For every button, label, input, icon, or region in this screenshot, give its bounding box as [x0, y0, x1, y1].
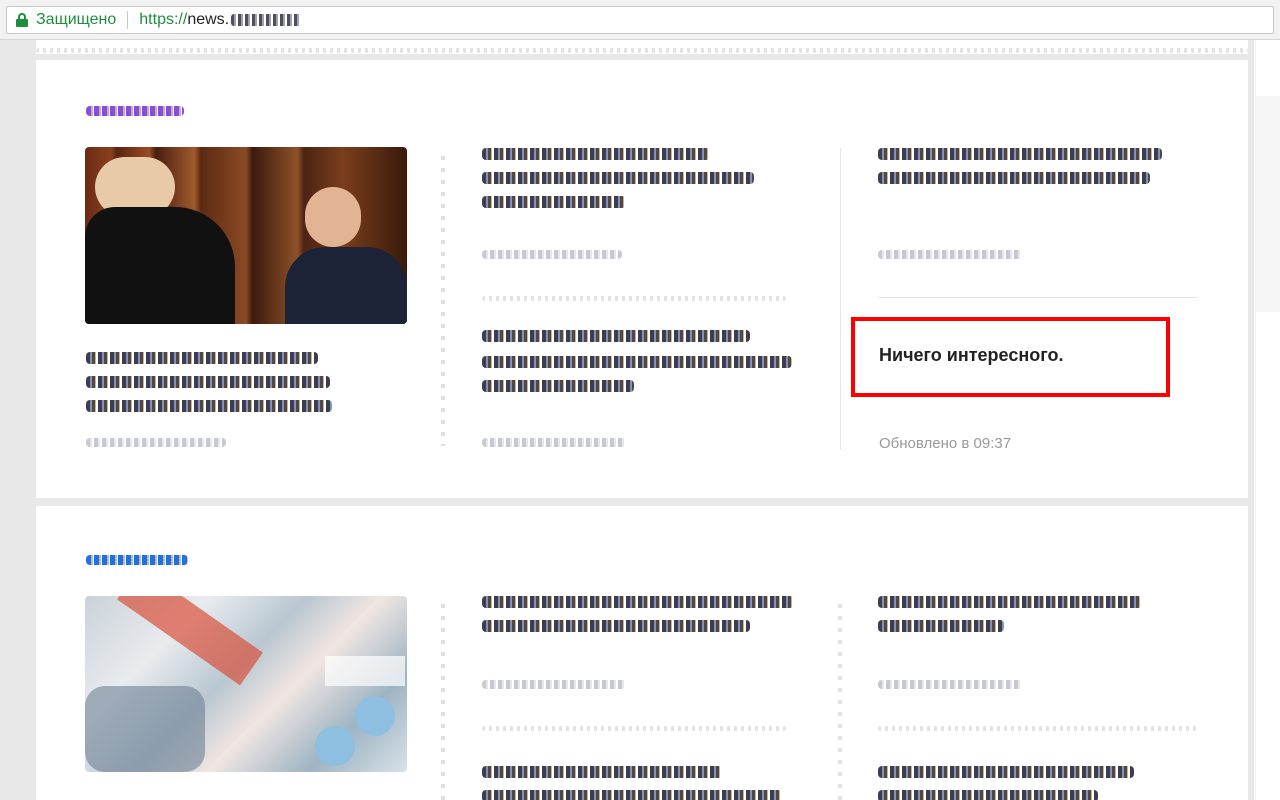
url-host: news. [187, 11, 230, 28]
lock-icon [16, 13, 28, 27]
news-rubric-panel [36, 506, 1248, 800]
news-photo[interactable] [85, 147, 407, 324]
headline-line[interactable] [86, 352, 318, 364]
item-separator [482, 296, 786, 301]
headline-line[interactable] [878, 596, 1142, 608]
item-separator [878, 726, 1200, 731]
column-divider [441, 156, 445, 446]
url-field[interactable]: Защищено https:// news. [6, 6, 1274, 34]
updated-timestamp: Обновлено в 09:37 [879, 435, 1012, 452]
source-meta [482, 438, 626, 447]
headline-line[interactable] [878, 766, 1134, 778]
column-divider [441, 604, 445, 800]
headline-line[interactable] [482, 172, 754, 184]
headline-line[interactable] [482, 596, 794, 608]
news-photo[interactable] [85, 596, 407, 772]
headline-line[interactable] [482, 148, 710, 160]
url-scheme: https:// [139, 11, 188, 28]
headline-line[interactable] [878, 148, 1162, 160]
headline-line[interactable] [482, 330, 750, 342]
headline-line[interactable] [482, 790, 782, 800]
headline-line[interactable] [482, 196, 626, 208]
item-separator [878, 297, 1198, 298]
headline-line[interactable] [482, 620, 750, 632]
side-card[interactable] [1256, 40, 1280, 96]
side-card[interactable] [1256, 312, 1280, 800]
headline-line[interactable] [878, 790, 1098, 800]
item-separator [482, 726, 786, 731]
empty-message: Ничего интересного. [879, 345, 1064, 365]
browser-address-bar: Защищено https:// news. [0, 0, 1280, 40]
url-host-redacted [231, 14, 302, 26]
headline-line[interactable] [482, 766, 722, 778]
panel-edge-dots [36, 48, 1248, 53]
source-meta [86, 438, 226, 447]
headline-line[interactable] [86, 400, 332, 412]
source-meta [878, 250, 1022, 259]
headline-line[interactable] [86, 376, 330, 388]
rubric-title[interactable] [86, 555, 188, 565]
headline-line[interactable] [482, 380, 634, 392]
news-rubric-panel [36, 60, 1248, 498]
rubric-title[interactable] [86, 106, 184, 116]
source-meta [482, 680, 626, 689]
headline-line[interactable] [878, 620, 1004, 632]
source-meta [482, 250, 622, 259]
secure-label: Защищено [36, 11, 117, 28]
source-meta [878, 680, 1022, 689]
headline-line[interactable] [482, 356, 792, 368]
column-divider [838, 604, 842, 800]
column-divider [840, 148, 841, 450]
divider [127, 11, 129, 29]
headline-line[interactable] [878, 172, 1150, 184]
